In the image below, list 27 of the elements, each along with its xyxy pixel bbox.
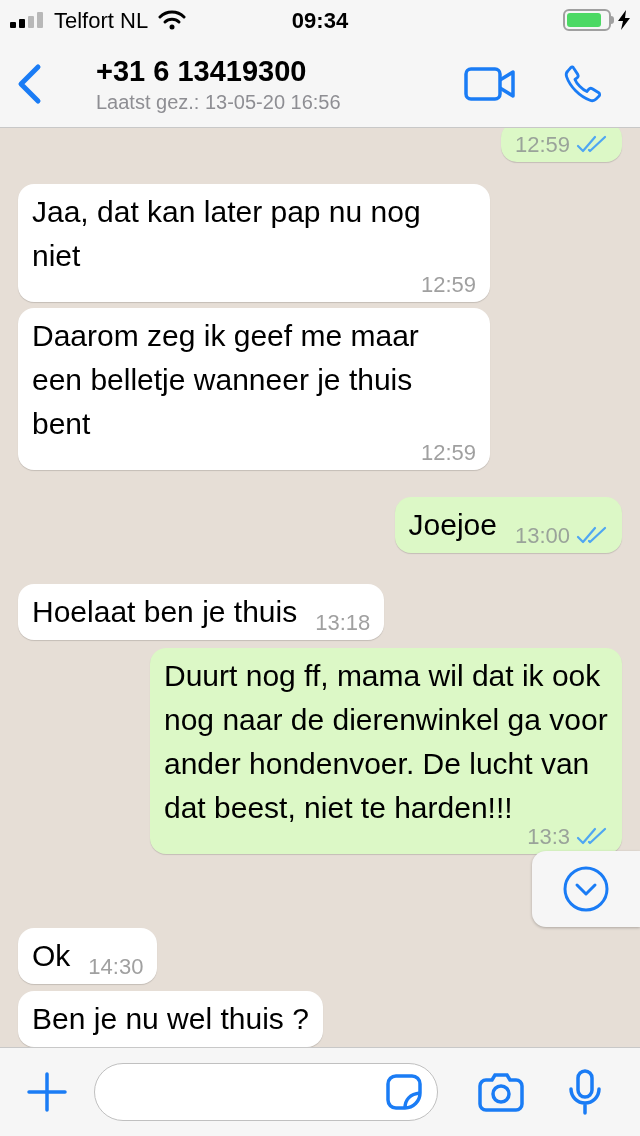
chevron-down-icon xyxy=(562,865,610,913)
message-time: 14:30 xyxy=(88,952,144,981)
message-text: Joejoe xyxy=(408,507,497,543)
microphone-button[interactable] xyxy=(568,1069,602,1115)
scroll-down-button[interactable] xyxy=(532,851,640,927)
wifi-icon xyxy=(158,10,187,30)
charging-icon xyxy=(618,10,630,30)
camera-button[interactable] xyxy=(478,1072,524,1112)
message-time: 13:00 xyxy=(514,521,570,550)
message-time: 12:59 xyxy=(420,438,476,467)
signal-icon xyxy=(10,12,46,28)
contact-name[interactable]: +31 6 13419300 xyxy=(96,52,341,89)
message-text: Hoelaat ben je thuis xyxy=(32,594,298,630)
last-seen: Laatst gez.: 13-05-20 16:56 xyxy=(96,89,341,115)
sticker-icon[interactable] xyxy=(385,1073,423,1111)
message-time: 12:59 xyxy=(514,130,570,159)
add-button[interactable] xyxy=(26,1071,68,1113)
message-text: Ok xyxy=(32,938,71,974)
battery-icon xyxy=(563,9,614,31)
status-time: 09:34 xyxy=(291,6,349,35)
message-text: Daarom zeg ik geef me maar een belletje wanneer je thuis bent xyxy=(32,318,420,442)
carrier-name: Telfort NL xyxy=(54,6,149,35)
video-call-button[interactable] xyxy=(464,65,516,102)
message-time: 12:59 xyxy=(420,270,476,299)
message-text: Ben je nu wel thuis ? xyxy=(32,1001,309,1037)
message-text: Jaa, dat kan later pap nu nog niet xyxy=(32,194,422,274)
message-time: 13:18 xyxy=(315,608,371,637)
